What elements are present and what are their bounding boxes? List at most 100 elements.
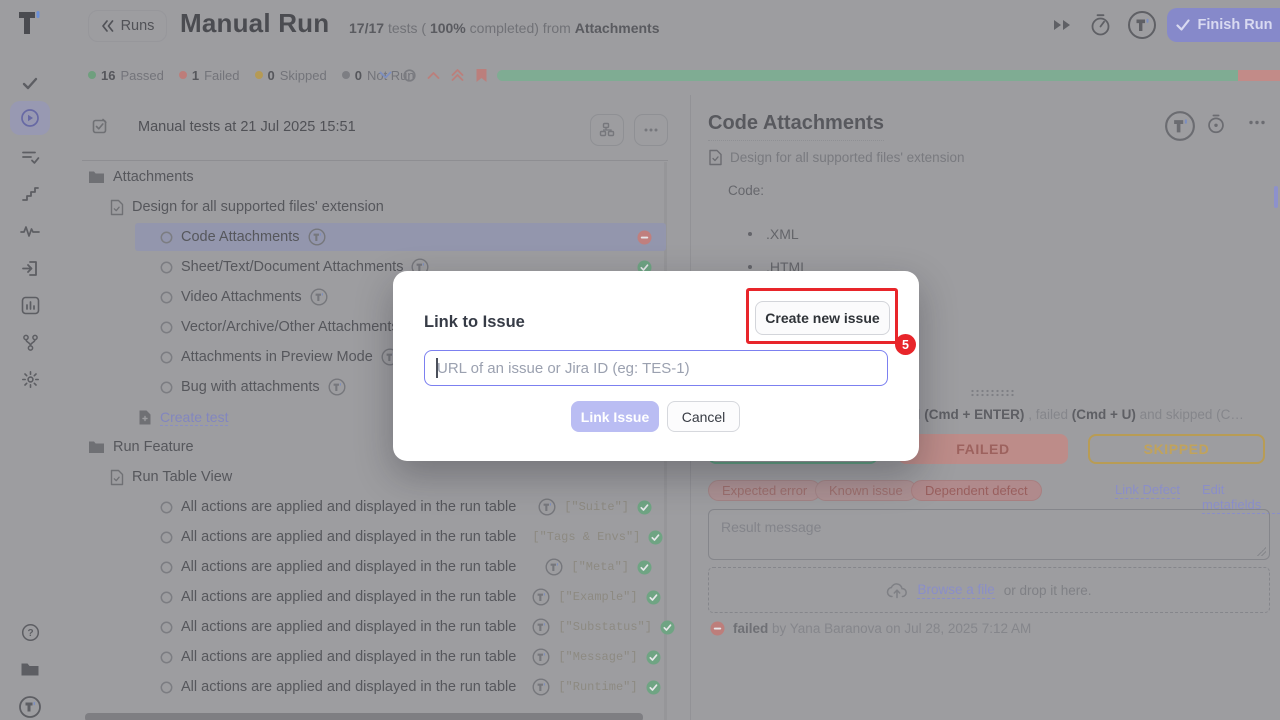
more-options-button[interactable] bbox=[634, 114, 668, 146]
issue-url-input[interactable] bbox=[424, 350, 888, 386]
detail-more-button[interactable] bbox=[1248, 120, 1266, 125]
assignee-logo-icon[interactable] bbox=[1164, 110, 1196, 142]
circle-icon bbox=[160, 621, 173, 634]
dependent-defect-badge[interactable]: Dependent defect bbox=[911, 480, 1042, 501]
finish-run-button[interactable]: Finish Run bbox=[1167, 8, 1280, 42]
tree-view-button[interactable] bbox=[590, 114, 624, 146]
check-icon bbox=[1176, 19, 1190, 31]
tree-row[interactable]: All actions are applied and displayed in… bbox=[60, 612, 680, 642]
steps-icon[interactable] bbox=[10, 177, 50, 211]
link-defect-link[interactable]: Link Defect bbox=[1115, 482, 1180, 499]
tree-row-label: Run Table View bbox=[132, 469, 232, 485]
tree-row-label: All actions are applied and displayed in… bbox=[181, 529, 516, 545]
resize-grip-icon[interactable] bbox=[1257, 547, 1266, 556]
status-counts: 16Passed 1Failed 0Skipped 0Not Run bbox=[88, 63, 415, 87]
tree-row-label: Code Attachments bbox=[181, 229, 300, 245]
tree-row[interactable]: All actions are applied and displayed in… bbox=[60, 552, 680, 582]
passed-count: 16 bbox=[101, 68, 115, 83]
tree-row-label: All actions are applied and displayed in… bbox=[181, 679, 516, 695]
import-icon[interactable] bbox=[10, 251, 50, 285]
tag-label: ["Suite"] bbox=[564, 500, 629, 514]
tree-row-label: All actions are applied and displayed in… bbox=[181, 499, 516, 515]
hint-shortcut: (Cmd + U) bbox=[1072, 407, 1136, 422]
tree-row[interactable]: Design for all supported files' extensio… bbox=[60, 192, 680, 222]
tree-row[interactable]: All actions are applied and displayed in… bbox=[60, 492, 680, 522]
circle-icon bbox=[160, 591, 173, 604]
run-title: Manual tests at 21 Jul 2025 15:51 bbox=[138, 119, 356, 135]
tree-header: Manual tests at 21 Jul 2025 15:51 bbox=[60, 112, 680, 152]
logo-icon[interactable] bbox=[10, 690, 50, 720]
activity-icon[interactable] bbox=[10, 214, 50, 248]
panel-scrollbar[interactable] bbox=[1274, 186, 1278, 208]
mark-skipped-button[interactable]: SKIPPED bbox=[1088, 434, 1265, 464]
priority-filters bbox=[379, 63, 488, 87]
bar-chart-icon[interactable] bbox=[10, 288, 50, 322]
finish-run-label: Finish Run bbox=[1198, 17, 1273, 33]
failed-label: Failed bbox=[204, 68, 239, 83]
progress-bar bbox=[497, 70, 1280, 81]
user-logo-icon[interactable] bbox=[1127, 10, 1157, 40]
passed-status-icon bbox=[648, 530, 663, 545]
tree-row-label: All actions are applied and displayed in… bbox=[181, 649, 516, 665]
cancel-button[interactable]: Cancel bbox=[667, 401, 740, 432]
notrun-dot-icon bbox=[342, 71, 350, 79]
back-to-runs-button[interactable]: Runs bbox=[88, 10, 167, 42]
tree-row-label: Design for all supported files' extensio… bbox=[132, 199, 384, 215]
bookmark-icon[interactable] bbox=[475, 68, 488, 83]
tree-row-label: Attachments in Preview Mode bbox=[181, 349, 373, 365]
passed-count-group: 16Passed bbox=[88, 68, 164, 83]
list-check-icon[interactable] bbox=[10, 140, 50, 174]
browse-file-link[interactable]: Browse a file bbox=[917, 582, 994, 599]
failed-status-icon bbox=[710, 621, 725, 636]
tree-row[interactable]: Attachments bbox=[60, 162, 680, 192]
tag-label: ["Example"] bbox=[558, 590, 637, 604]
tlogo-icon bbox=[310, 288, 328, 306]
help-icon[interactable]: ? bbox=[10, 615, 50, 649]
run-play-icon[interactable] bbox=[10, 101, 50, 135]
chevron-up-icon[interactable] bbox=[427, 71, 440, 80]
folder-icon[interactable] bbox=[10, 652, 50, 686]
folder-icon bbox=[88, 440, 105, 454]
modal-title: Link to Issue bbox=[424, 313, 525, 332]
skipped-dot-icon bbox=[255, 71, 263, 79]
circle-icon bbox=[160, 351, 173, 364]
runs-label: Runs bbox=[121, 18, 155, 34]
circle-icon bbox=[160, 261, 173, 274]
tree-row[interactable]: All actions are applied and displayed in… bbox=[60, 582, 680, 612]
circle-icon bbox=[160, 681, 173, 694]
tree-row-label: All actions are applied and displayed in… bbox=[181, 559, 516, 575]
tree-row[interactable]: All actions are applied and displayed in… bbox=[60, 522, 680, 552]
skipped-count-group: 0Skipped bbox=[255, 68, 327, 83]
result-message-input[interactable] bbox=[709, 510, 1269, 559]
settings-gear-icon[interactable] bbox=[10, 362, 50, 396]
expected-error-badge[interactable]: Expected error bbox=[708, 480, 821, 501]
tree-row[interactable]: All actions are applied and displayed in… bbox=[60, 642, 680, 672]
failed-count-group: 1Failed bbox=[179, 68, 240, 83]
passed-status-icon bbox=[637, 560, 652, 575]
tree-row[interactable]: All actions are applied and displayed in… bbox=[60, 672, 680, 702]
known-issue-badge[interactable]: Known issue bbox=[815, 480, 917, 501]
timer-icon[interactable] bbox=[1089, 13, 1112, 37]
passed-status-icon bbox=[646, 680, 661, 695]
page-title: Manual Run bbox=[180, 8, 329, 39]
mark-failed-button[interactable]: FAILED bbox=[898, 434, 1068, 464]
file-dropzone[interactable]: Browse a file or drop it here. bbox=[708, 567, 1270, 613]
summary-text: tests ( bbox=[388, 20, 426, 36]
tree-row-label: Sheet/Text/Document Attachments bbox=[181, 259, 403, 275]
fast-forward-icon[interactable] bbox=[1052, 18, 1072, 32]
tree-row-label: Vector/Archive/Other Attachments bbox=[181, 319, 399, 335]
tlogo-icon bbox=[532, 678, 550, 696]
tree-row[interactable]: Run Table View bbox=[60, 462, 680, 492]
drag-handle[interactable] bbox=[970, 389, 1014, 397]
horizontal-scrollbar[interactable] bbox=[85, 713, 643, 720]
link-issue-button[interactable]: Link Issue bbox=[571, 401, 659, 432]
branch-icon[interactable] bbox=[10, 325, 50, 359]
double-chevron-up-icon[interactable] bbox=[451, 68, 464, 82]
tree-row[interactable]: Code Attachments bbox=[60, 222, 680, 252]
circle-icon bbox=[160, 501, 173, 514]
history-status: failed bbox=[733, 621, 768, 636]
chevron-down-icon[interactable] bbox=[379, 71, 392, 80]
circle-icon[interactable] bbox=[403, 69, 416, 82]
check-icon[interactable] bbox=[10, 66, 50, 100]
timer-small-icon[interactable] bbox=[1206, 113, 1226, 135]
